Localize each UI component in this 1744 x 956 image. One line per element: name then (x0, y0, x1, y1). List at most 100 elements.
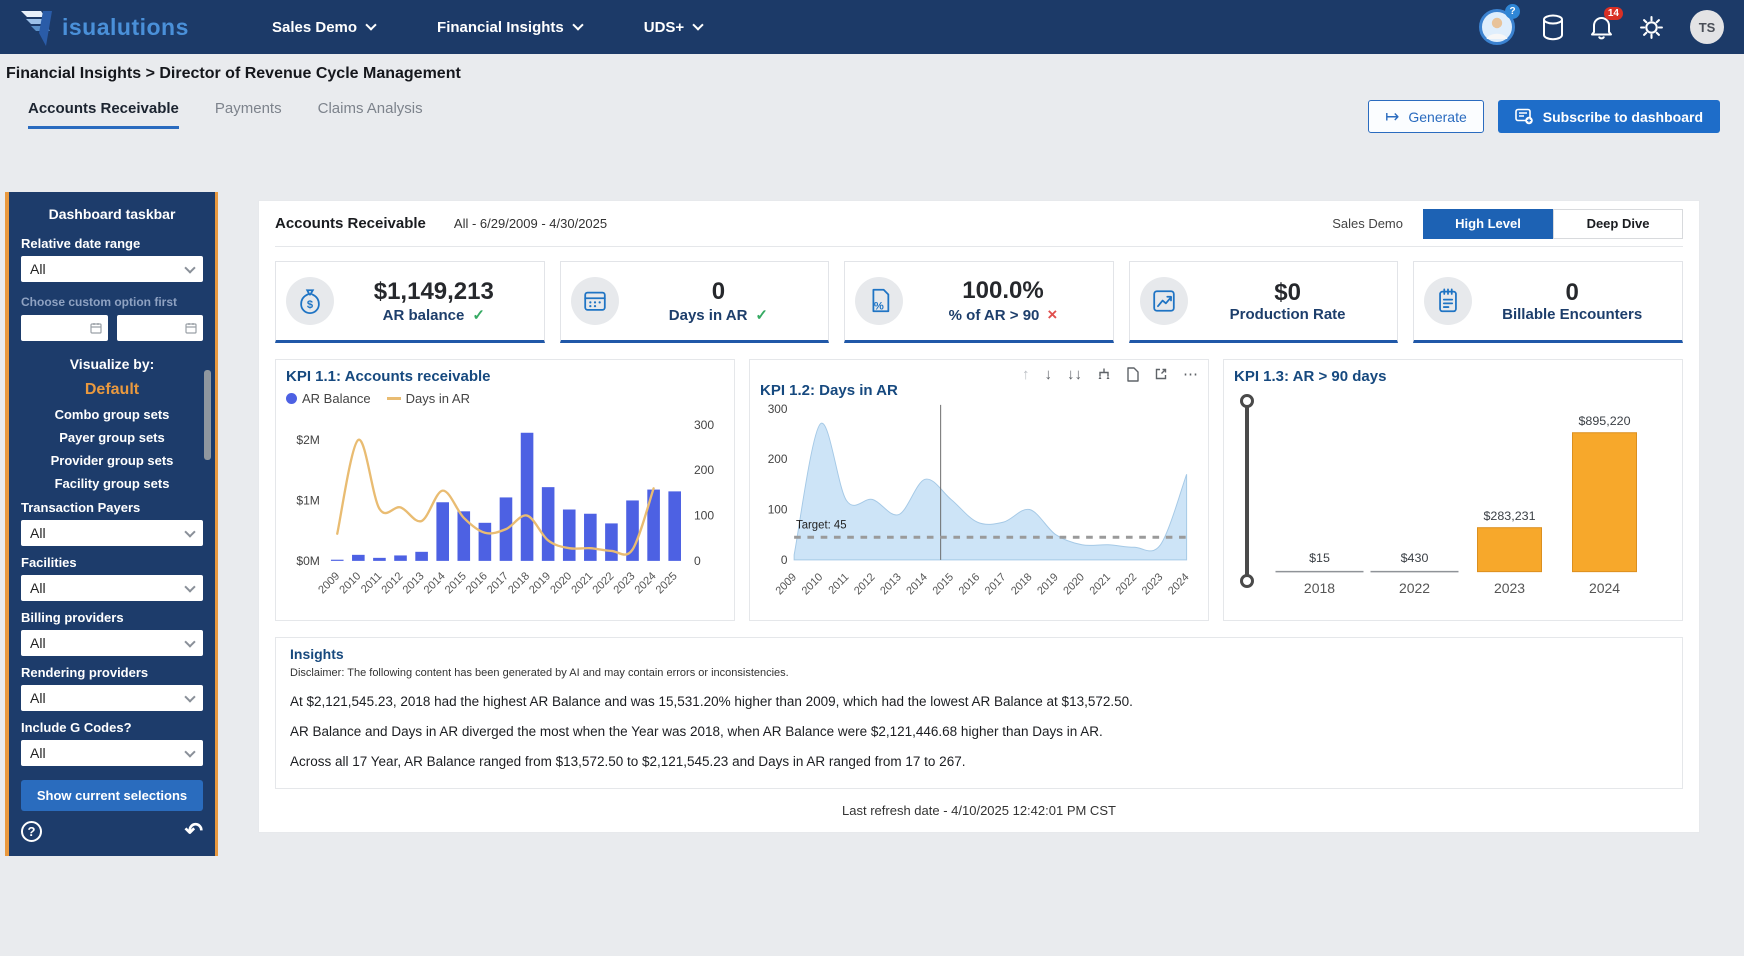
slider-rail (1245, 402, 1249, 580)
transaction-payers-select[interactable]: All (21, 520, 203, 546)
kpi-card-days-in-ar: 0 Days in AR ✓ (559, 261, 830, 343)
drill-down-icon[interactable] (1097, 367, 1111, 381)
chart-title: KPI 1.3: AR > 90 days (1234, 368, 1387, 385)
rendering-providers-label: Rendering providers (21, 665, 149, 680)
dashboard-main-panel: Accounts Receivable All - 6/29/2009 - 4/… (258, 200, 1700, 833)
more-options-icon[interactable]: ⋯ (1183, 365, 1198, 383)
viz-option-payer-group-sets[interactable]: Payer group sets (21, 430, 203, 445)
svg-text:2009: 2009 (316, 570, 342, 596)
svg-text:$15: $15 (1309, 551, 1330, 565)
panel-title: Accounts Receivable (275, 215, 426, 232)
help-icon[interactable]: ? (21, 820, 42, 842)
svg-text:$2M: $2M (296, 433, 320, 447)
custom-date-end-input[interactable] (116, 315, 203, 341)
arrow-down-icon[interactable]: ↓ (1045, 366, 1053, 383)
toggle-high-level[interactable]: High Level (1423, 208, 1553, 239)
viz-option-facility-group-sets[interactable]: Facility group sets (21, 476, 203, 491)
toggle-deep-dive[interactable]: Deep Dive (1553, 208, 1683, 239)
subscribe-button[interactable]: Subscribe to dashboard (1497, 100, 1720, 133)
notifications-button[interactable]: 14 (1590, 7, 1623, 40)
svg-text:2009: 2009 (774, 571, 799, 597)
user-avatar[interactable]: TS (1690, 10, 1724, 44)
custom-date-start-input[interactable] (21, 315, 108, 341)
help-avatar-button[interactable]: ? (1478, 4, 1520, 46)
slider-handle-bottom[interactable] (1240, 574, 1254, 588)
include-g-codes-select[interactable]: All (21, 740, 203, 766)
nav-menu-uds[interactable]: UDS+ (644, 18, 704, 36)
svg-text:2018: 2018 (1009, 571, 1034, 597)
chevron-down-icon (692, 18, 704, 31)
svg-text:200: 200 (694, 463, 714, 477)
svg-text:$: $ (307, 299, 314, 311)
question-badge-icon: ? (1505, 4, 1520, 19)
rendering-providers-select[interactable]: All (21, 685, 203, 711)
visualize-by-label: Visualize by: (69, 356, 155, 372)
svg-text:300: 300 (768, 402, 788, 416)
insights-disclaimer: Disclaimer: The following content has be… (290, 667, 789, 679)
kpi-value: 100.0% (962, 277, 1044, 305)
context-label: Sales Demo (1332, 216, 1403, 231)
custom-option-hint: Choose custom option first (21, 295, 177, 309)
generate-button[interactable]: ↦ Generate (1368, 100, 1484, 133)
chevron-down-icon (184, 580, 196, 593)
viz-option-provider-group-sets[interactable]: Provider group sets (21, 453, 203, 468)
svg-text:2017: 2017 (485, 570, 511, 596)
svg-text:100: 100 (768, 502, 788, 516)
page-icon[interactable] (1126, 366, 1139, 382)
chevron-down-icon (184, 635, 196, 648)
relative-date-range-select[interactable]: All (21, 256, 203, 282)
undo-icon[interactable]: ↶ (185, 820, 203, 842)
arrow-up-icon[interactable]: ↑ (1022, 366, 1030, 383)
svg-text:2018: 2018 (1304, 580, 1335, 596)
double-arrow-down-icon[interactable]: ↓↓ (1067, 366, 1082, 383)
svg-text:2021: 2021 (569, 570, 595, 596)
brand-text: isualutions (62, 13, 189, 40)
tab-claims-analysis[interactable]: Claims Analysis (318, 100, 423, 126)
svg-text:2013: 2013 (401, 570, 427, 596)
viz-option-combo-group-sets[interactable]: Combo group sets (21, 407, 203, 422)
tabs-row: Accounts Receivable Payments Claims Anal… (0, 94, 1744, 146)
billing-providers-label: Billing providers (21, 610, 124, 625)
breadcrumb: Financial Insights > Director of Revenue… (0, 54, 1744, 94)
svg-text:2025: 2025 (654, 570, 680, 596)
svg-text:100: 100 (694, 508, 714, 522)
settings-button[interactable] (1639, 15, 1664, 40)
svg-text:2023: 2023 (612, 570, 638, 596)
svg-text:200: 200 (768, 452, 788, 466)
database-button[interactable] (1542, 14, 1564, 41)
viz-option-default[interactable]: Default (21, 381, 203, 399)
show-current-selections-button[interactable]: Show current selections (21, 780, 203, 811)
slider-handle-top[interactable] (1240, 394, 1254, 408)
nav-menu-financial-insights[interactable]: Financial Insights (437, 19, 584, 36)
svg-text:2022: 2022 (591, 570, 617, 596)
chevron-down-icon (184, 525, 196, 538)
svg-text:2022: 2022 (1114, 571, 1139, 597)
check-icon: ✓ (755, 306, 768, 324)
calendar-icon (89, 322, 102, 334)
calendar-icon (185, 322, 197, 334)
brand-logo[interactable]: isualutions (20, 6, 210, 48)
subscribe-dashboard-icon (1514, 108, 1534, 125)
tab-payments[interactable]: Payments (215, 100, 282, 126)
sidebar-scrollbar-thumb[interactable] (204, 370, 211, 460)
billing-providers-select[interactable]: All (21, 630, 203, 656)
svg-text:2024: 2024 (633, 570, 659, 596)
svg-text:$430: $430 (1401, 551, 1429, 565)
top-navbar: isualutions Sales Demo Financial Insight… (0, 0, 1744, 54)
days-in-ar-area-chart: 0 100 200 300 Target: 45 2009 2010 2011 2012 2013… (768, 402, 1192, 598)
tab-accounts-receivable[interactable]: Accounts Receivable (28, 100, 179, 129)
nav-menu-sales-demo[interactable]: Sales Demo (272, 19, 377, 36)
svg-text:2011: 2011 (359, 570, 384, 596)
kpi-cards-row: $ $1,149,213 AR balance ✓ 0 Days in AR ✓… (275, 261, 1683, 343)
kpi-label: % of AR > 90 (948, 306, 1040, 324)
facilities-select[interactable]: All (21, 575, 203, 601)
svg-text:300: 300 (694, 418, 714, 432)
svg-text:2016: 2016 (957, 571, 982, 597)
svg-text:$1M: $1M (296, 493, 320, 507)
svg-text:2015: 2015 (443, 570, 469, 596)
gear-icon (1639, 15, 1664, 40)
cross-icon: × (1047, 304, 1058, 324)
svg-text:2017: 2017 (983, 571, 1008, 597)
accounts-receivable-combo-chart: $0M$1M$2M0100200300200920102011201220132… (296, 418, 714, 597)
expand-icon[interactable] (1154, 367, 1168, 381)
